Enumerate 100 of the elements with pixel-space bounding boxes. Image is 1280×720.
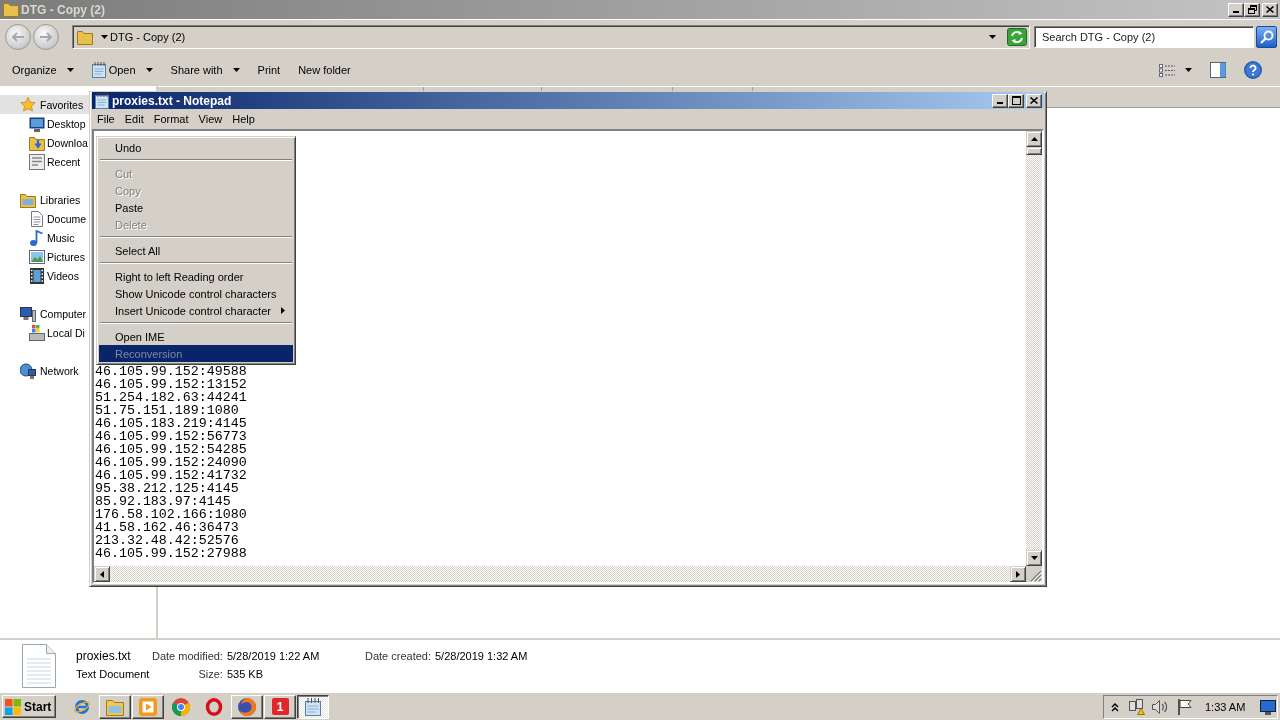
nav-item[interactable]: Downloa bbox=[0, 133, 89, 152]
menu-item[interactable]: Insert Unicode control character bbox=[99, 302, 293, 319]
menu-item[interactable]: Edit bbox=[119, 110, 149, 128]
refresh-button[interactable] bbox=[1007, 28, 1027, 46]
squares-logo-icon bbox=[5, 698, 21, 715]
horizontal-scrollbar[interactable] bbox=[94, 566, 1026, 582]
computer-icon bbox=[20, 305, 36, 322]
restore-button[interactable] bbox=[1244, 2, 1260, 17]
notepad-icon bbox=[94, 92, 110, 109]
minimize-icon bbox=[1233, 11, 1239, 13]
taskbar-button[interactable]: 1 bbox=[264, 694, 296, 719]
caret-icon[interactable] bbox=[101, 35, 108, 39]
text-line: 46.105.99.152:54285 bbox=[95, 443, 247, 456]
nav-item[interactable]: Music bbox=[0, 228, 89, 247]
help-icon bbox=[1244, 61, 1262, 79]
nav-item[interactable]: Favorites bbox=[0, 95, 89, 114]
field-value: 535 KB bbox=[226, 668, 264, 680]
text-line: 95.38.212.125:4145 bbox=[95, 482, 239, 495]
menu-item[interactable]: Select All bbox=[99, 242, 293, 259]
scroll-down-button[interactable] bbox=[1026, 550, 1042, 566]
menu-item[interactable]: Undo bbox=[99, 139, 293, 156]
menu-item[interactable]: Paste bbox=[99, 199, 293, 216]
menu-item[interactable]: File bbox=[92, 110, 120, 128]
star-icon bbox=[20, 96, 36, 113]
minimize-button[interactable] bbox=[1228, 2, 1244, 17]
address-dropdown-button[interactable] bbox=[989, 35, 996, 39]
menu-item[interactable]: Show Unicode control characters bbox=[99, 285, 293, 302]
search-button[interactable] bbox=[1256, 26, 1277, 48]
text-line: 46.105.99.152:41732 bbox=[95, 469, 247, 482]
nav-item[interactable]: Pictures bbox=[0, 247, 89, 266]
app-number: 1 bbox=[271, 698, 289, 715]
preview-pane-icon bbox=[1210, 62, 1226, 78]
drive-icon bbox=[29, 324, 45, 341]
monitor-icon bbox=[29, 115, 45, 132]
field-value: 5/28/2019 1:22 AM bbox=[226, 650, 320, 662]
size-grip-icon[interactable] bbox=[1030, 570, 1042, 582]
speaker-icon[interactable] bbox=[1152, 698, 1168, 715]
nav-item[interactable]: Recent bbox=[0, 152, 89, 171]
text-line: 176.58.102.166:1080 bbox=[95, 508, 247, 521]
scroll-thumb[interactable] bbox=[1026, 147, 1042, 155]
menu-item[interactable]: Format bbox=[148, 110, 194, 128]
toolbar-button[interactable]: Print bbox=[251, 58, 287, 82]
left-arrow-icon bbox=[12, 32, 24, 42]
toolbar-button[interactable]: Open bbox=[85, 58, 159, 82]
nav-item[interactable]: Docume bbox=[0, 209, 89, 228]
address-path: DTG - Copy (2) bbox=[110, 31, 186, 43]
field-label: Date modified: bbox=[152, 650, 223, 662]
text-file-icon bbox=[22, 644, 56, 688]
nav-item[interactable]: Computer bbox=[0, 304, 89, 323]
maximize-button[interactable] bbox=[1008, 93, 1024, 108]
folder-icon bbox=[77, 29, 93, 45]
toolbar-button[interactable]: Organize bbox=[6, 58, 80, 82]
caret-icon bbox=[232, 68, 240, 72]
scroll-up-button[interactable] bbox=[1026, 131, 1042, 147]
toolbar-button[interactable]: New folder bbox=[292, 58, 357, 82]
clock[interactable]: 1:33 AM bbox=[1205, 700, 1246, 713]
scroll-left-button[interactable] bbox=[94, 566, 110, 582]
caret-icon bbox=[145, 68, 153, 72]
menu-item[interactable]: View bbox=[193, 110, 228, 128]
menu-item[interactable]: Help bbox=[227, 110, 260, 128]
up-arrow-icon bbox=[1030, 137, 1038, 141]
taskbar-button[interactable] bbox=[297, 694, 329, 719]
play-icon bbox=[139, 697, 157, 716]
vertical-scrollbar[interactable] bbox=[1026, 131, 1042, 566]
nav-item[interactable]: Videos bbox=[0, 266, 89, 285]
show-desktop-icon[interactable] bbox=[1260, 698, 1276, 715]
close-button[interactable] bbox=[1262, 2, 1278, 17]
file-name: proxies.txt bbox=[76, 649, 131, 663]
document-icon bbox=[29, 210, 45, 227]
details-list-icon bbox=[1159, 63, 1175, 77]
close-button[interactable] bbox=[1026, 93, 1042, 108]
flag-icon[interactable] bbox=[1177, 698, 1193, 715]
menu-item[interactable]: Right to left Reading order bbox=[99, 268, 293, 285]
text-line: 213.32.48.42:52576 bbox=[95, 534, 239, 547]
nav-item[interactable]: Network bbox=[0, 361, 89, 380]
scroll-right-button[interactable] bbox=[1010, 566, 1026, 582]
address-field[interactable]: DTG - Copy (2) bbox=[72, 25, 1030, 49]
start-button[interactable]: Start bbox=[2, 695, 56, 718]
text-line: 46.105.99.152:24090 bbox=[95, 456, 247, 469]
window-title: proxies.txt - Notepad bbox=[112, 93, 232, 108]
window-title: DTG - Copy (2) bbox=[21, 2, 105, 17]
minimize-button[interactable] bbox=[992, 93, 1008, 108]
nav-item[interactable]: Desktop bbox=[0, 114, 89, 133]
network-icon bbox=[20, 362, 36, 379]
down-arrow-icon bbox=[1030, 556, 1038, 560]
download-folder-icon bbox=[29, 134, 45, 151]
network-warning-icon[interactable] bbox=[1129, 698, 1145, 715]
nav-item[interactable]: Local Di bbox=[0, 323, 89, 342]
toolbar-button[interactable]: Share with bbox=[164, 58, 246, 82]
search-field[interactable]: Search DTG - Copy (2) bbox=[1034, 26, 1254, 48]
double-chevron-icon[interactable] bbox=[1111, 701, 1119, 712]
caret-icon bbox=[1185, 68, 1192, 72]
menu-item[interactable]: Open IME bbox=[99, 328, 293, 345]
text-line: 46.105.99.152:27988 bbox=[95, 547, 247, 560]
text-line: 85.92.183.97:4145 bbox=[95, 495, 231, 508]
nav-item[interactable]: Libraries bbox=[0, 190, 89, 209]
music-note-icon bbox=[29, 229, 45, 246]
left-arrow-icon bbox=[100, 570, 104, 578]
close-icon bbox=[1030, 97, 1038, 104]
field-label: Size: bbox=[198, 668, 223, 680]
